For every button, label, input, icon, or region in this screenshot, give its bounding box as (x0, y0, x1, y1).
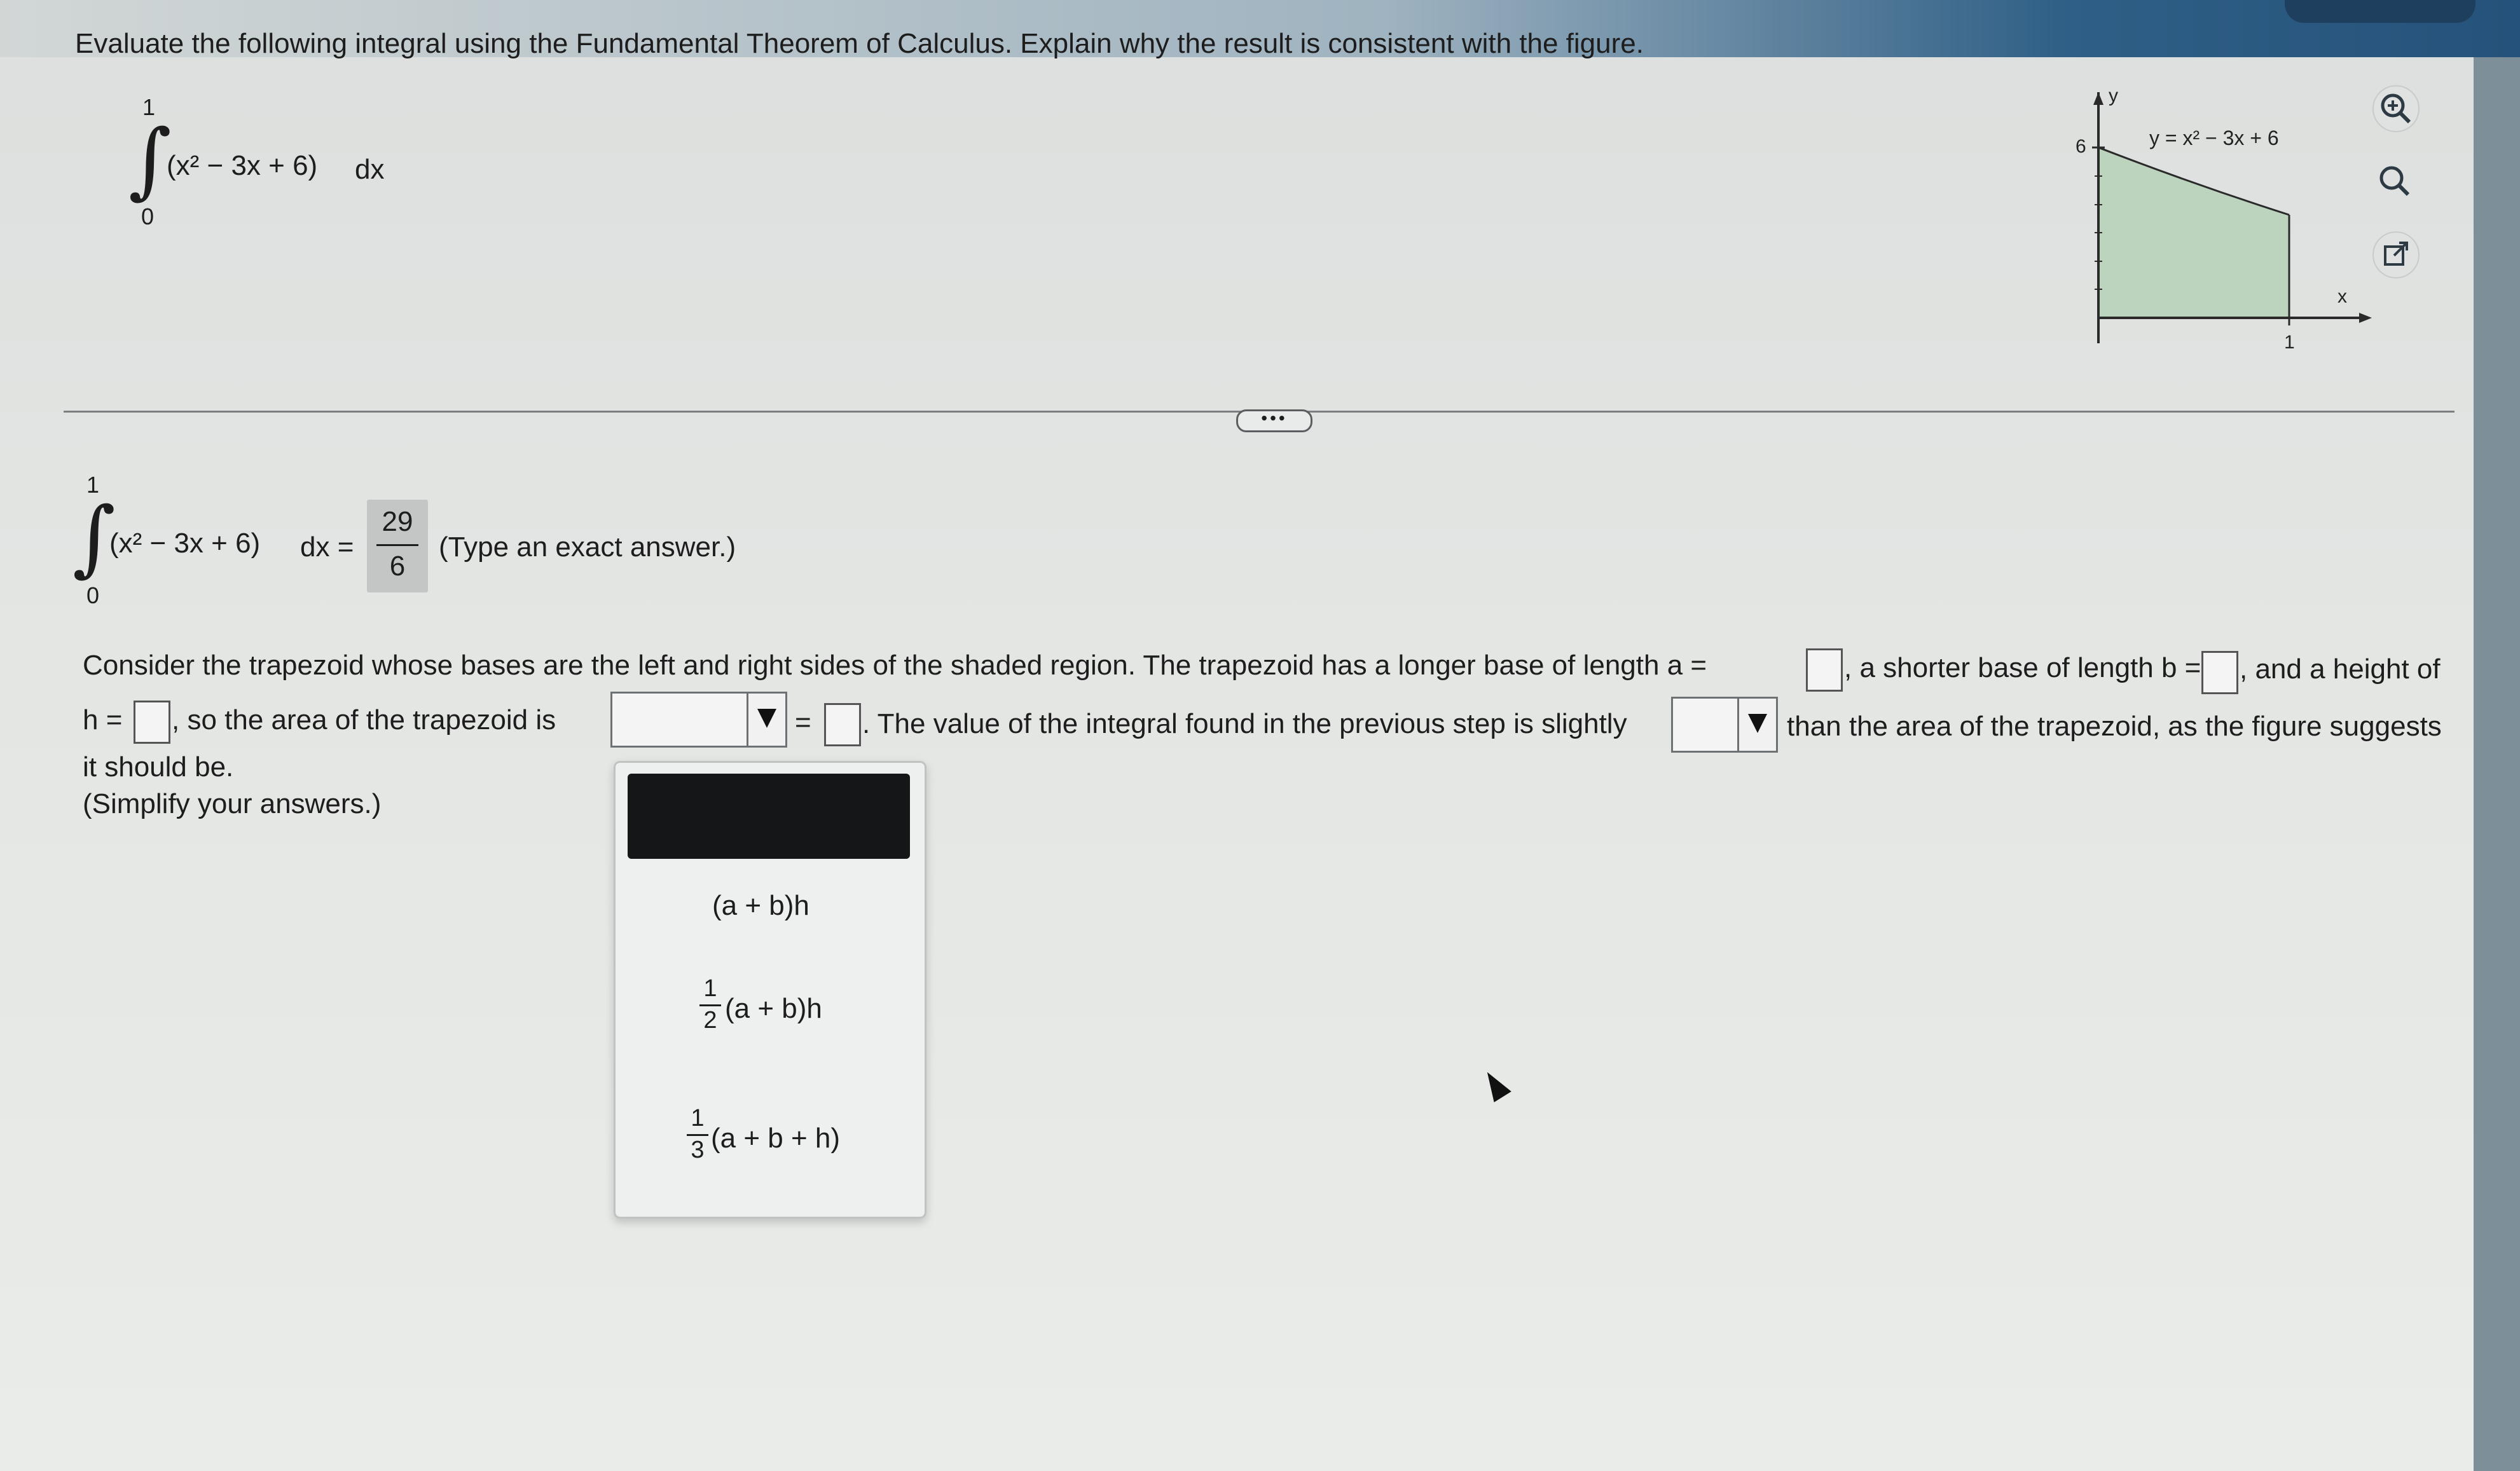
option3-expression: (a + b + h) (711, 1123, 841, 1154)
equals-sign: = (795, 707, 811, 738)
question-prompt-text: Evaluate the following integral using th… (75, 28, 1644, 59)
answer-hint: (Type an exact answer.) (439, 531, 736, 563)
simplify-hint: (Simplify your answers.) (83, 788, 382, 819)
answer-denominator: 6 (389, 551, 406, 582)
option3-numerator: 1 (691, 1105, 705, 1132)
y-tick-label: 6 (2076, 136, 2086, 157)
trapezoid-line3: it should be. (83, 751, 234, 783)
trapezoid-line2-b: , so the area of the trapezoid is (172, 704, 556, 736)
integral-sign: ∫ (128, 111, 172, 208)
base-a-input[interactable] (1806, 648, 1843, 692)
popout-icon[interactable] (2372, 231, 2420, 278)
answer-integrand: (x² − 3x + 6) (109, 528, 261, 559)
trapezoid-line1-c: , and a height of (2240, 653, 2441, 685)
zoom-in-icon[interactable] (2372, 85, 2420, 132)
question-content: Evaluate the following integral using th… (0, 28, 2474, 1471)
option2-denominator: 2 (703, 1007, 717, 1034)
curve-label: y = x² − 3x + 6 (2149, 127, 2279, 149)
option3-fraction-bar (687, 1134, 708, 1136)
trapezoid-line1-b: , a shorter base of length b = (1844, 652, 2201, 683)
trapezoid-line2-a: h = (83, 704, 123, 736)
y-axis-label: y (2109, 85, 2118, 106)
dropdown-arrow-icon[interactable] (747, 694, 785, 746)
menu-selected-highlight[interactable] (628, 774, 910, 859)
zoom-out-icon[interactable] (2372, 159, 2417, 203)
area-formula-menu: (a + b)h 1 2 (a + b)h 1 3 (a + b + h) (614, 761, 926, 1219)
menu-option-a-plus-b-h[interactable]: (a + b)h (712, 890, 809, 922)
comparison-dropdown[interactable] (1671, 697, 1778, 753)
option2-fraction-bar (699, 1004, 721, 1006)
answer-numerator: 29 (382, 506, 413, 537)
height-h-input[interactable] (134, 701, 170, 744)
y-axis-arrow (2093, 92, 2103, 105)
trapezoid-line2-c: . The value of the integral found in the… (862, 708, 1627, 739)
top-bar-button[interactable] (2285, 0, 2475, 23)
function-graph: 6 1 y x y = x² − 3x + 6 (2076, 85, 2372, 353)
shaded-region (2098, 147, 2289, 318)
x-tick-label: 1 (2284, 332, 2295, 353)
answer-lhs-suffix: dx = (300, 531, 354, 563)
answer-fraction-bar (376, 544, 418, 546)
x-axis-label: x (2338, 286, 2347, 307)
base-b-input[interactable] (2201, 651, 2238, 694)
trapezoid-line1-a: Consider the trapezoid whose bases are t… (83, 650, 1707, 681)
answer-lower-limit: 0 (86, 582, 100, 608)
trapezoid-line2-d: than the area of the trapezoid, as the f… (1787, 711, 2442, 742)
area-formula-dropdown[interactable] (610, 692, 787, 748)
integrand: (x² − 3x + 6) (167, 150, 318, 181)
dropdown-arrow-icon[interactable] (1737, 699, 1776, 751)
option2-expression: (a + b)h (725, 993, 822, 1024)
right-edge-panel (2474, 57, 2520, 1471)
integral-lower-limit: 0 (141, 203, 155, 229)
area-value-input[interactable] (824, 703, 861, 746)
expand-button[interactable]: ••• (1236, 409, 1312, 432)
x-axis-arrow (2359, 313, 2372, 323)
option3-denominator: 3 (691, 1137, 705, 1163)
option2-numerator: 1 (703, 975, 717, 1002)
differential: dx (355, 154, 385, 185)
